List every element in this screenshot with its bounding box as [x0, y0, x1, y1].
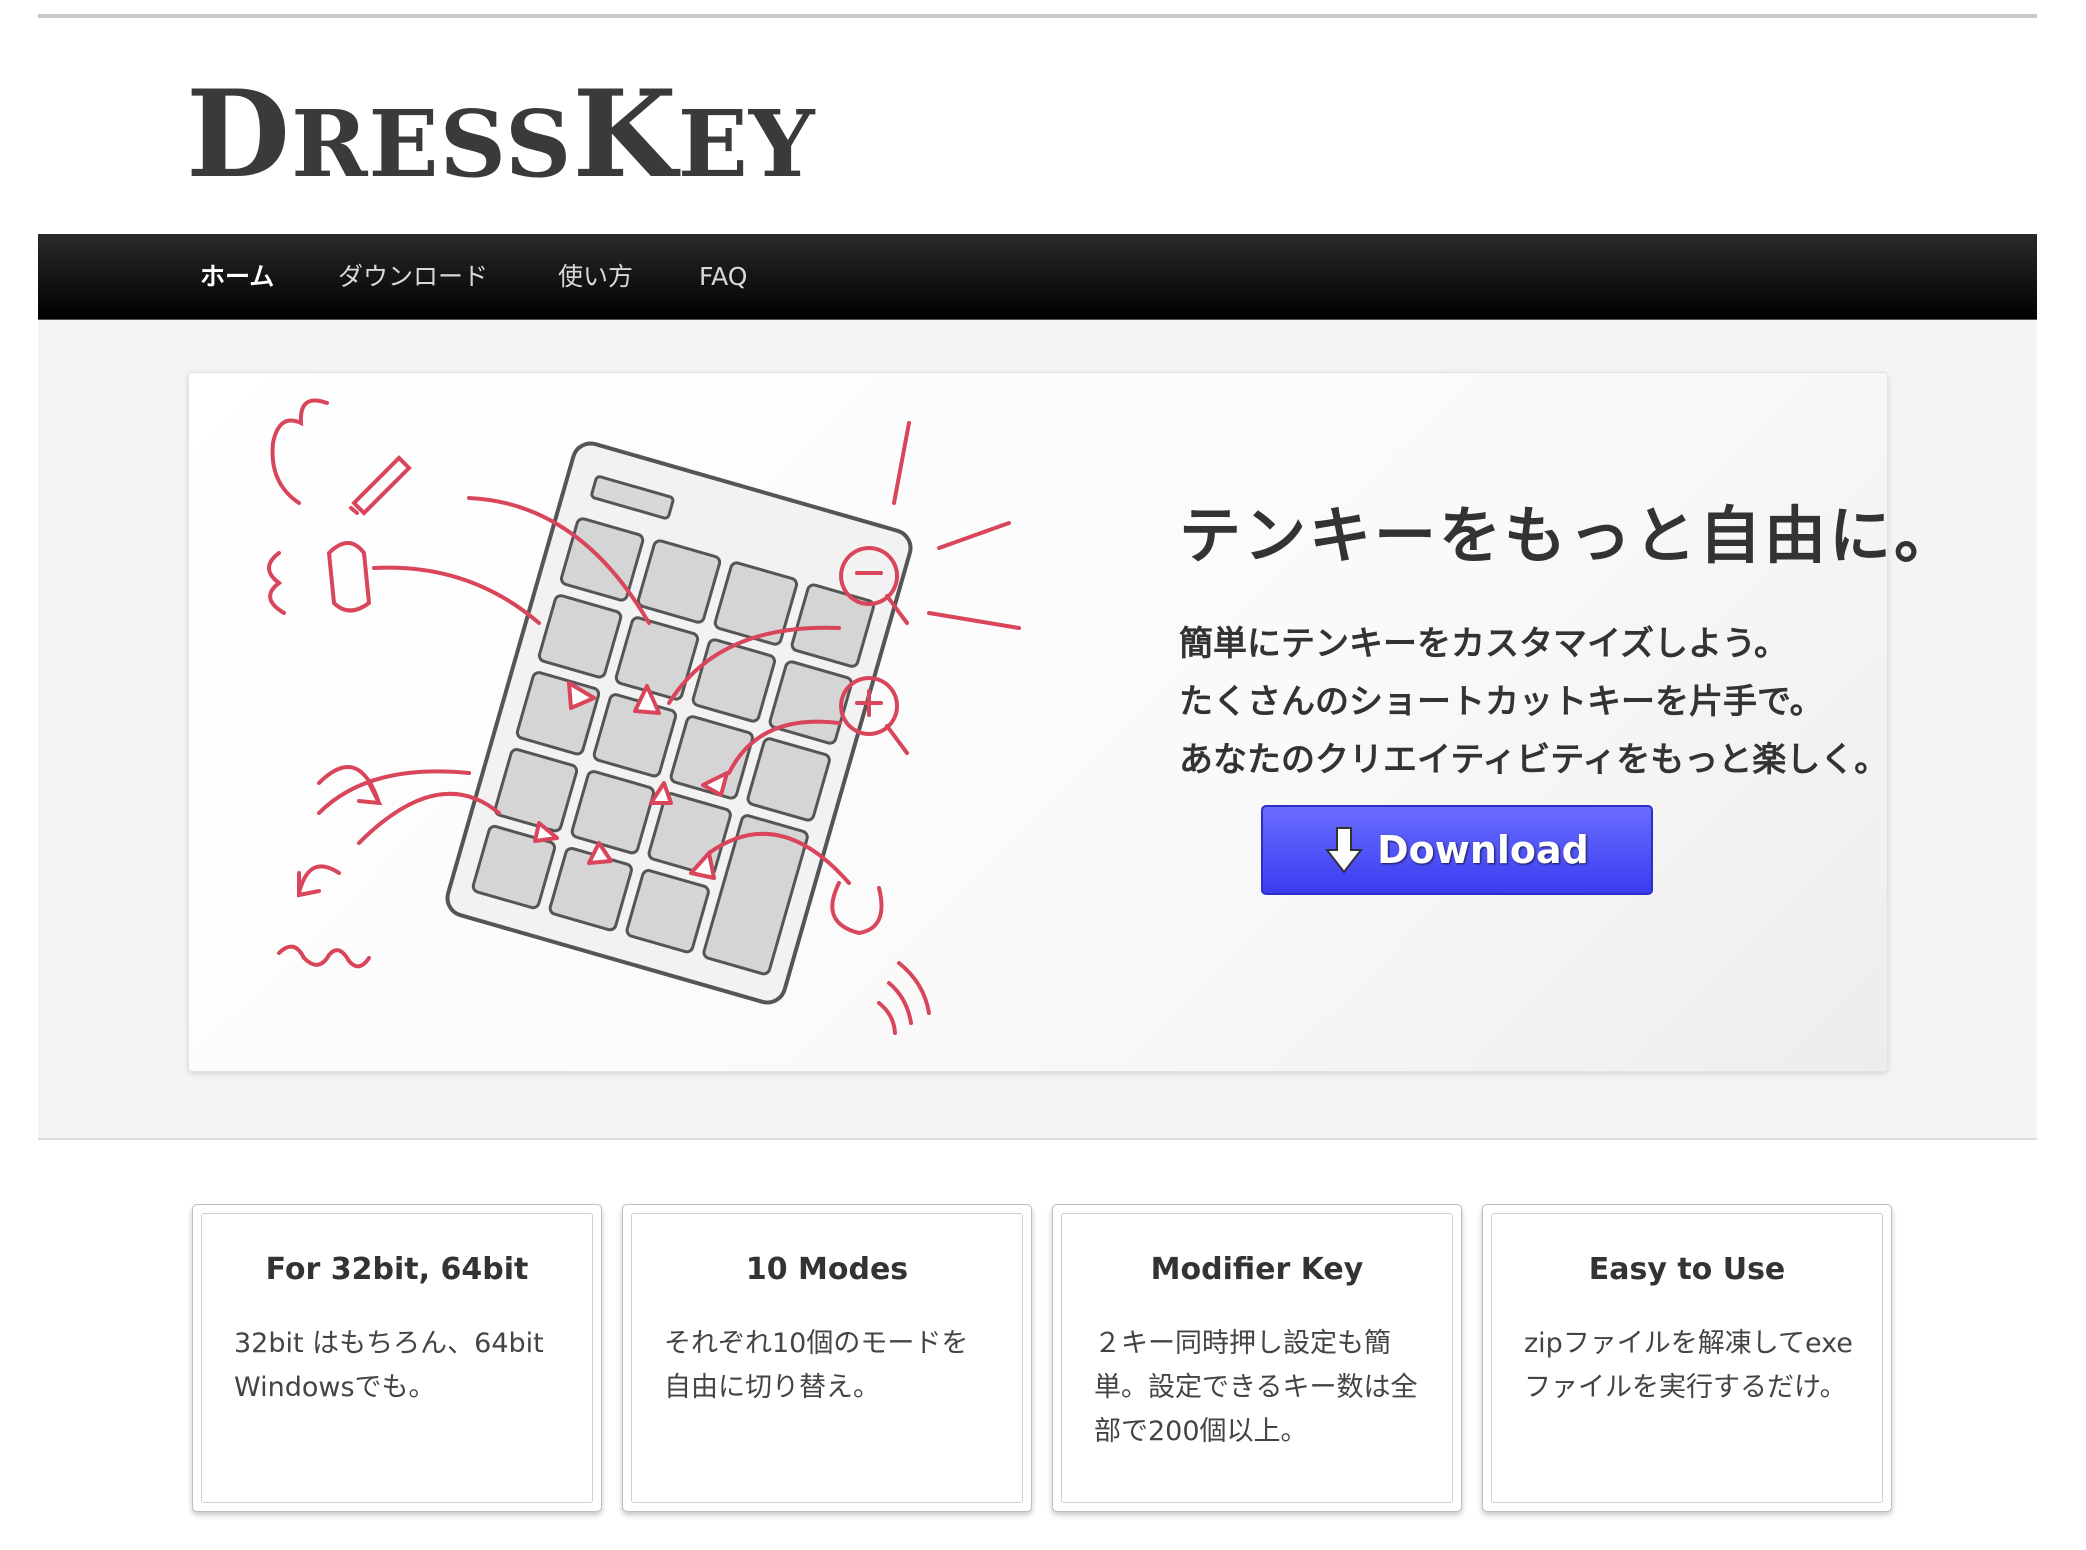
feature-card-inner: Easy to Use zipファイルを解凍してexeファイルを実行するだけ。 — [1491, 1213, 1883, 1503]
feature-title: Modifier Key — [1150, 1252, 1364, 1287]
feature-card-easy-to-use: Easy to Use zipファイルを解凍してexeファイルを実行するだけ。 — [1482, 1204, 1892, 1512]
feature-description: 32bit はもちろん、64bit Windowsでも。 — [234, 1328, 544, 1403]
site-logo[interactable]: D RESS K EY — [156, 60, 815, 210]
hero-title: テンキーをもっと自由に。 — [1179, 499, 1960, 572]
feature-description: ２キー同時押し設定も簡単。設定できるキー数は全部で200個以上。 — [1094, 1328, 1418, 1447]
feature-title: Easy to Use — [1588, 1252, 1786, 1287]
feature-card-modifier-key: Modifier Key ２キー同時押し設定も簡単。設定できるキー数は全部で20… — [1052, 1204, 1462, 1512]
feature-card-inner: 10 Modes それぞれ10個のモードを自由に切り替え。 — [631, 1213, 1023, 1503]
nav-item-usage[interactable]: 使い方 — [558, 234, 633, 320]
nav-item-download[interactable]: ダウンロード — [338, 234, 488, 320]
hero-description: 簡単にテンキーをカスタマイズしよう。 たくさんのショートカットキーを片手で。 あ… — [1179, 615, 1888, 789]
feature-description: それぞれ10個のモードを自由に切り替え。 — [664, 1328, 969, 1403]
hero-section: テンキーをもっと自由に。 簡単にテンキーをカスタマイズしよう。 たくさんのショー… — [38, 320, 2037, 1140]
logo-letters-ress: RESS — [291, 90, 573, 198]
features-section: For 32bit, 64bit 32bit はもちろん、64bit Windo… — [38, 1204, 2037, 1534]
download-button[interactable]: Download — [1261, 805, 1653, 895]
feature-card-inner: For 32bit, 64bit 32bit はもちろん、64bit Windo… — [201, 1213, 593, 1503]
feature-card-inner: Modifier Key ２キー同時押し設定も簡単。設定できるキー数は全部で20… — [1061, 1213, 1453, 1503]
page: D RESS K EY ホーム ダウンロード 使い方 FAQ テンキーをもっと自… — [38, 14, 2037, 1550]
nav-item-faq[interactable]: FAQ — [699, 234, 747, 320]
numpad-illustration-icon — [267, 398, 1021, 1035]
logo-wordmark: D RESS K EY — [186, 75, 816, 195]
feature-card-modes: 10 Modes それぞれ10個のモードを自由に切り替え。 — [622, 1204, 1032, 1512]
feature-title: For 32bit, 64bit — [265, 1252, 529, 1287]
feature-card-bitness: For 32bit, 64bit 32bit はもちろん、64bit Windo… — [192, 1204, 602, 1512]
feature-description: zipファイルを解凍してexeファイルを実行するだけ。 — [1524, 1328, 1853, 1403]
site-header: D RESS K EY — [38, 18, 2037, 238]
hero-line-2: たくさんのショートカットキーを片手で。 — [1179, 682, 1824, 722]
hero-card: テンキーをもっと自由に。 簡単にテンキーをカスタマイズしよう。 たくさんのショー… — [188, 372, 1956, 1072]
hero-line-1: 簡単にテンキーをカスタマイズしよう。 — [1179, 624, 1788, 664]
download-button-label: Download — [1377, 828, 1589, 872]
hero-line-3: あなたのクリエイティビティをもっと楽しく。 — [1179, 740, 1889, 780]
feature-title: 10 Modes — [745, 1252, 909, 1287]
logo-letter-k: K — [572, 64, 678, 205]
logo-letters-ey: EY — [677, 90, 816, 198]
main-nav: ホーム ダウンロード 使い方 FAQ — [38, 234, 2037, 320]
arrow-down-icon — [1325, 827, 1364, 874]
nav-item-home[interactable]: ホーム — [200, 234, 274, 320]
logo-letter-d: D — [186, 64, 292, 205]
